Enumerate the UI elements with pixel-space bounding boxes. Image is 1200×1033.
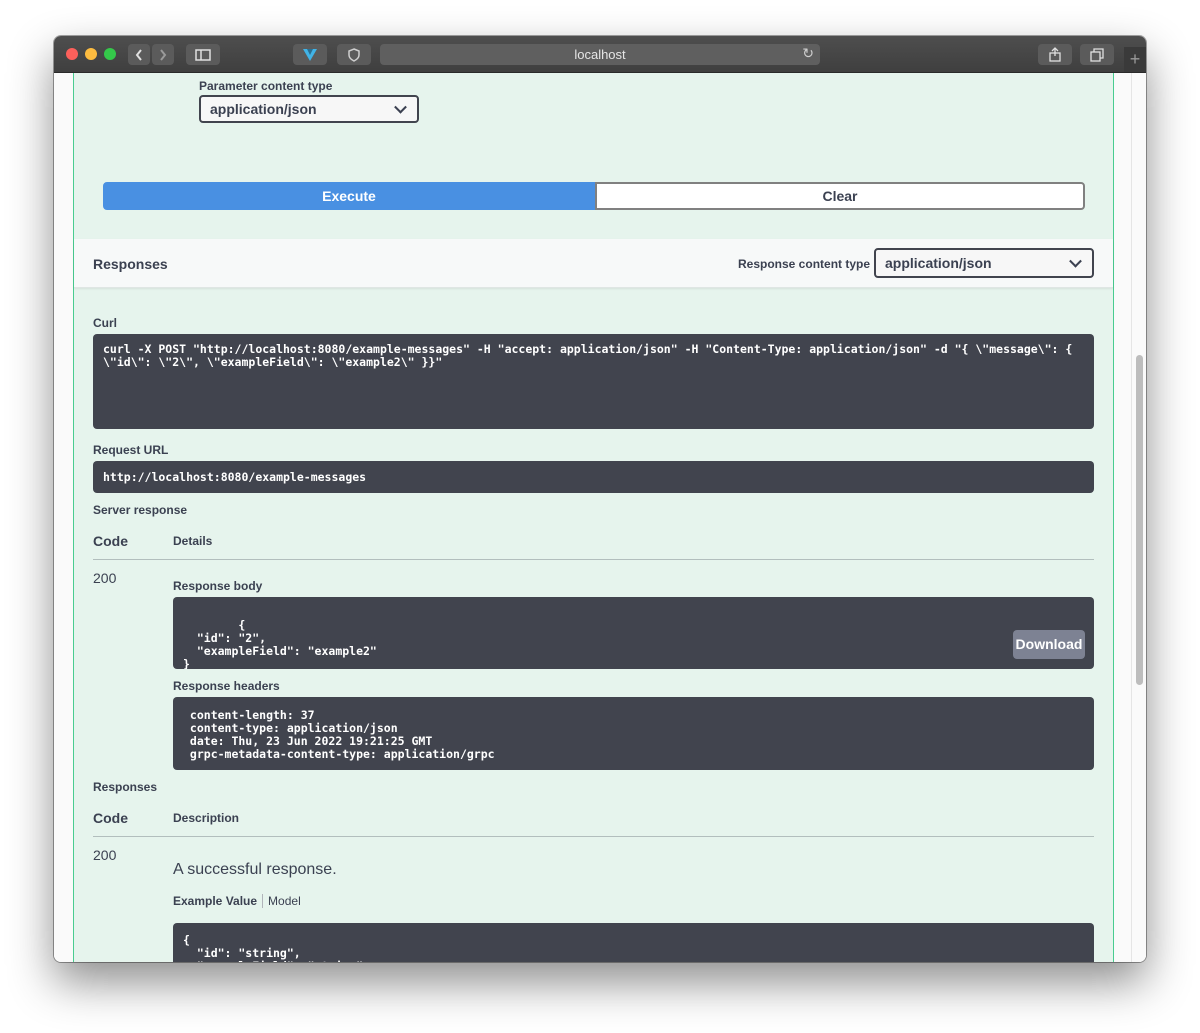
response-headers-block[interactable]: content-length: 37 content-type: applica…	[173, 697, 1094, 770]
chevron-down-icon	[1069, 254, 1082, 268]
response-content-type-select[interactable]: application/json	[874, 248, 1094, 278]
response-description: A successful response.	[173, 861, 337, 878]
address-bar[interactable]: localhost ↻	[380, 44, 820, 65]
response-headers-label: Response headers	[173, 679, 280, 693]
response-body-text: { "id": "2", "exampleField": "example2" …	[183, 618, 377, 670]
server-response-code: 200	[93, 570, 117, 586]
sidebar-toggle-button[interactable]	[186, 44, 220, 65]
minimize-window-button[interactable]	[85, 48, 97, 60]
scrollbar[interactable]	[1131, 73, 1146, 962]
responses-code-header: Code	[93, 810, 128, 826]
tabs-overview-button[interactable]	[1080, 44, 1114, 65]
download-button[interactable]: Download	[1013, 630, 1085, 659]
share-button[interactable]	[1038, 44, 1072, 65]
reload-icon[interactable]: ↻	[802, 45, 814, 62]
divider	[93, 836, 1094, 837]
response-content-type-label: Response content type	[738, 257, 871, 271]
execute-button[interactable]: Execute	[103, 182, 595, 210]
divider	[93, 559, 1094, 560]
request-url-label: Request URL	[93, 443, 169, 457]
curl-label: Curl	[93, 316, 117, 330]
example-value-tab[interactable]: Example Value	[173, 894, 264, 908]
browser-window: localhost ↻ + Parameter content type app…	[54, 36, 1146, 962]
model-tab[interactable]: Model	[263, 894, 301, 908]
chevron-left-icon	[135, 48, 142, 61]
url-text: localhost	[574, 47, 626, 62]
request-url-block[interactable]: http://localhost:8080/example-messages	[93, 461, 1094, 493]
back-button[interactable]	[128, 44, 150, 65]
extension-button[interactable]	[293, 44, 327, 65]
response-content-type-value: application/json	[885, 255, 992, 271]
chevron-down-icon	[394, 100, 407, 114]
zoom-window-button[interactable]	[104, 48, 116, 60]
server-response-label: Server response	[93, 503, 188, 517]
chevron-right-icon	[160, 48, 167, 61]
close-window-button[interactable]	[66, 48, 78, 60]
parameter-content-type-value: application/json	[210, 101, 317, 117]
plus-icon: +	[1129, 49, 1141, 69]
parameter-content-type-select[interactable]: application/json	[199, 95, 419, 123]
scrollbar-thumb[interactable]	[1136, 355, 1143, 685]
server-response-details-header: Details	[173, 534, 213, 548]
sidebar-icon	[195, 48, 211, 61]
privacy-report-button[interactable]	[337, 44, 371, 65]
forward-button[interactable]	[152, 44, 174, 65]
response-body-block[interactable]: { "id": "2", "exampleField": "example2" …	[173, 597, 1094, 669]
title-bar: localhost ↻ +	[54, 36, 1146, 73]
page-content: Parameter content type application/json …	[54, 73, 1146, 962]
curl-command-block[interactable]: curl -X POST "http://localhost:8080/exam…	[93, 334, 1094, 429]
responses-label: Responses	[93, 780, 158, 794]
responses-description-header: Description	[173, 811, 240, 825]
example-value-block[interactable]: { "id": "string", "exampleField": "strin…	[173, 923, 1094, 962]
response-body-label: Response body	[173, 579, 263, 593]
share-icon	[1049, 47, 1061, 62]
responses-code: 200	[93, 847, 117, 863]
parameter-content-type-label: Parameter content type	[199, 79, 333, 93]
operation-panel: Parameter content type application/json …	[73, 73, 1114, 962]
new-tab-button[interactable]: +	[1124, 47, 1146, 72]
tabs-icon	[1090, 47, 1104, 62]
shield-icon	[348, 47, 360, 62]
responses-header-title: Responses	[93, 256, 168, 272]
responses-header: Responses Response content type applicat…	[74, 239, 1113, 288]
server-response-code-header: Code	[93, 533, 128, 549]
vue-extension-icon	[303, 48, 317, 61]
example-model-tabs: Example Value Model	[173, 894, 301, 908]
clear-button[interactable]: Clear	[595, 182, 1085, 210]
